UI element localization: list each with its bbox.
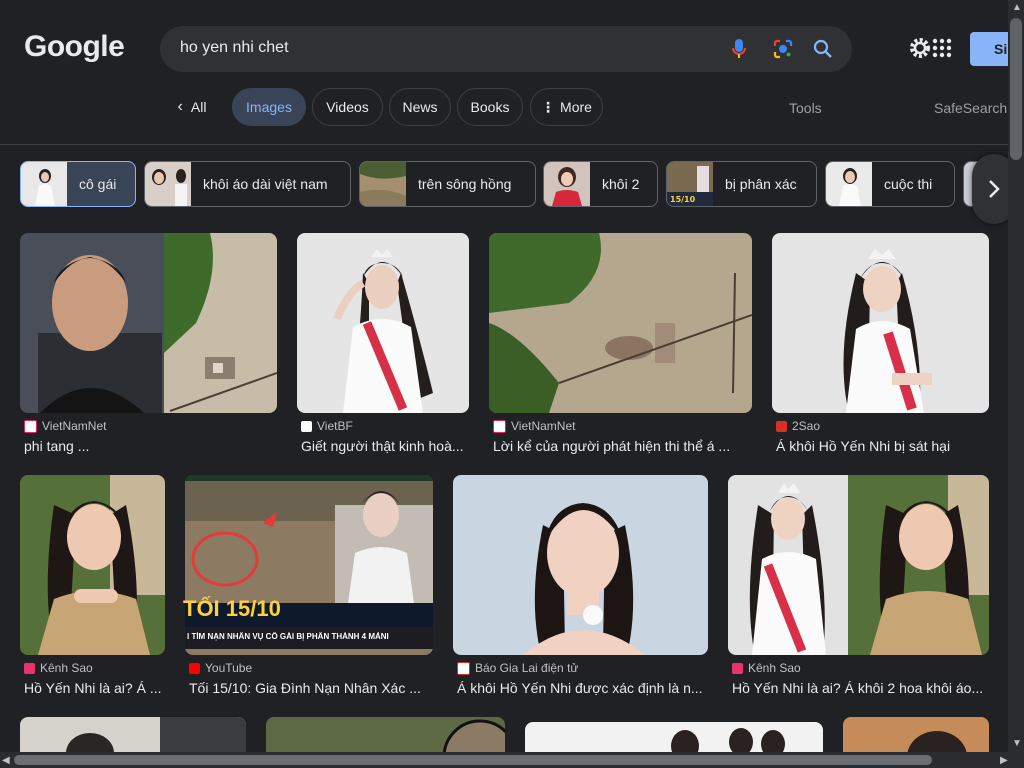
apps-grid-icon[interactable] [932,38,952,58]
vietbf-favicon [301,420,312,432]
google-logo[interactable]: Google [24,30,125,64]
chip-thumbnail [360,162,406,206]
result-source: Kênh Sao [748,661,801,675]
tab-videos[interactable]: Videos [312,88,383,126]
gear-icon[interactable] [908,36,932,60]
header: Google ho yen nhi chet Si ‹ All Images V… [0,0,1024,145]
result-image[interactable] [297,233,469,413]
result-image[interactable] [20,233,277,413]
horizontal-scroll-thumb[interactable] [14,755,932,765]
scroll-down-arrow-icon[interactable]: ▼ [1012,738,1022,749]
result-source: Báo Gia Lai điện tử [475,661,579,675]
kenhsao-favicon [732,662,743,674]
result-source: VietBF [317,419,353,433]
more-vert-icon: ⋮ [541,98,556,115]
chip-tren-song-hong[interactable]: trên sông hồng [359,161,536,207]
result-image[interactable] [20,717,246,757]
tools-button[interactable]: Tools [789,100,822,116]
result-title[interactable]: Á khôi Hồ Yến Nhi được xác định là n... [457,680,707,696]
vietnamnet-favicon [24,419,37,433]
chevron-right-icon [989,180,1000,198]
result-image[interactable] [20,475,165,655]
result-title[interactable]: phi tang ... [24,438,274,454]
chip-cuoc-thi[interactable]: cuộc thi [825,161,955,207]
chip-khoi-2[interactable]: khôi 2 [543,161,658,207]
vietnamnet-favicon [493,419,506,433]
result-image[interactable] [772,233,989,413]
scroll-right-arrow-icon[interactable]: ▶ [1000,755,1008,766]
result-title[interactable]: Lời kể của người phát hiện thi thể á ... [493,438,751,454]
chip-thumbnail [21,162,67,206]
result-image[interactable] [266,717,505,757]
tab-images[interactable]: Images [232,88,306,126]
result-source: YouTube [205,661,253,675]
image-overlay-caption: I TÌM NẠN NHÂN VỤ CÔ GÁI BỊ PHÂN THÀNH 4… [187,632,389,641]
horizontal-scrollbar[interactable]: ◀ ▶ [0,752,1024,768]
2sao-favicon [776,420,787,432]
search-input[interactable]: ho yen nhi chet [180,39,289,57]
vertical-scrollbar[interactable]: ▲ ▼ [1008,0,1024,752]
search-icon[interactable] [812,38,834,60]
tab-books[interactable]: Books [457,88,523,126]
safesearch-button[interactable]: SafeSearch [934,100,1007,116]
chip-co-gai[interactable]: cô gái [20,161,136,207]
result-title[interactable]: Hồ Yến Nhi là ai? Á khôi 2 hoa khôi áo..… [732,680,988,696]
microphone-icon[interactable] [728,38,750,60]
image-overlay-date: TỐI 15/10 [183,596,281,621]
chip-thumbnail [826,162,872,206]
result-source: VietNamNet [42,419,107,433]
result-title[interactable]: Á khôi Hồ Yến Nhi bị sát hại [776,438,989,454]
vertical-scroll-thumb[interactable] [1010,18,1022,160]
result-image[interactable] [185,475,433,655]
result-image[interactable] [728,475,989,655]
chevron-left-icon: ‹ [177,98,183,115]
chip-thumbnail [544,162,590,206]
result-title[interactable]: Giết người thật kinh hoà... [301,438,469,454]
chip-khoi-ao-dai[interactable]: khôi áo dài việt nam [144,161,351,207]
youtube-favicon [189,662,200,674]
result-source: VietNamNet [511,419,576,433]
result-source: Kênh Sao [40,661,93,675]
result-image[interactable] [489,233,752,413]
result-image[interactable] [843,717,989,757]
tab-more[interactable]: ⋮ More [530,88,603,126]
chip-thumbnail: 15/10 [667,162,713,206]
svg-text:15/10: 15/10 [670,195,696,204]
lens-camera-icon[interactable] [772,38,794,60]
result-title[interactable]: Hồ Yến Nhi là ai? Á ... [24,680,165,696]
scroll-left-arrow-icon[interactable]: ◀ [2,755,10,766]
tab-all[interactable]: ‹ All [168,88,216,126]
result-source: 2Sao [792,419,821,433]
kenhsao-favicon [24,662,35,674]
result-image[interactable] [453,475,708,655]
scroll-up-arrow-icon[interactable]: ▲ [1012,2,1022,13]
tab-news[interactable]: News [389,88,451,126]
refinement-chips: cô gái khôi áo dài việt nam trên sông hồ… [0,160,1008,210]
search-box[interactable]: ho yen nhi chet [160,26,852,72]
baogialai-favicon [457,661,470,675]
chip-thumbnail [145,162,191,206]
chip-bi-phan-xac[interactable]: 15/10 bị phân xác [666,161,817,207]
result-title[interactable]: Tối 15/10: Gia Đình Nạn Nhân Xác ... [189,680,433,696]
